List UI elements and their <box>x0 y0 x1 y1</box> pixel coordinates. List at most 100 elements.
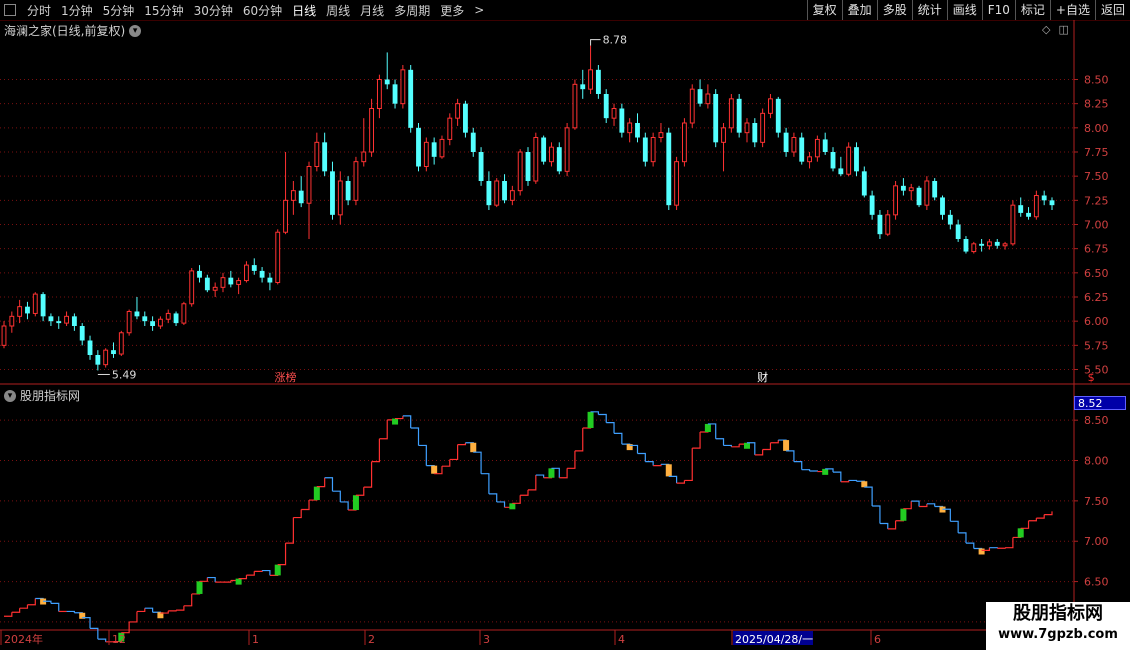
indicator-step-segment <box>160 610 169 614</box>
date-axis-label-1: 12 <box>112 633 126 646</box>
high-price-label: 8.78 <box>603 34 628 47</box>
indicator-step-segment <box>301 500 310 511</box>
candle-body <box>447 117 453 140</box>
candle-body <box>275 231 281 284</box>
candle-body <box>1010 204 1016 245</box>
candle-body <box>165 312 171 320</box>
candle-body <box>173 313 179 324</box>
indicator-step-segment <box>715 438 725 446</box>
main-y-tick-label: 7.75 <box>1084 146 1109 159</box>
date-axis-label-0: 2024年 <box>4 632 43 646</box>
indicator-step-segment <box>786 450 795 462</box>
candle-body <box>979 243 985 246</box>
event-marker-2: $ <box>1088 371 1095 384</box>
candle-body <box>963 239 969 252</box>
candle-body <box>32 293 38 314</box>
indicator-step-segment <box>473 451 482 474</box>
indicator-step-segment <box>66 610 75 613</box>
indicator-bar <box>978 548 985 555</box>
candle-body <box>251 265 257 271</box>
indicator-step-segment <box>332 490 341 502</box>
indicator-step-segment <box>840 480 850 483</box>
watermark-line1: 股朋指标网 <box>1013 603 1103 624</box>
date-axis-label-6: 2025/04/28/一 <box>735 633 813 646</box>
indicator-step-segment <box>254 570 263 572</box>
main-y-tick-label: 8.50 <box>1084 74 1109 87</box>
indicator-bar <box>352 495 359 511</box>
indicator-step-segment <box>919 503 928 508</box>
indicator-y-tick-label: 7.00 <box>1084 535 1109 548</box>
indicator-step-segment <box>559 468 568 479</box>
candle-body <box>142 316 148 322</box>
indicator-step-segment <box>723 444 732 447</box>
candle-body <box>830 152 836 169</box>
indicator-bar <box>235 578 242 585</box>
candle-body <box>556 147 562 172</box>
event-marker-1: 财 <box>757 370 768 384</box>
candle-body <box>807 156 812 163</box>
indicator-bar <box>587 411 594 428</box>
candle-body <box>650 137 656 163</box>
indicator-step-segment <box>762 442 772 451</box>
candle-body <box>697 89 703 104</box>
candle-body <box>814 138 820 158</box>
indicator-step-segment <box>27 598 36 606</box>
indicator-step-segment <box>598 413 607 423</box>
candle-body <box>9 315 15 327</box>
indicator-step-segment <box>809 470 818 472</box>
kline-chart-canvas[interactable]: 5.505.756.006.256.506.757.007.257.507.75… <box>0 0 1130 650</box>
indicator-step-segment <box>238 575 248 580</box>
candle-body <box>470 132 476 152</box>
candle-body <box>384 79 390 85</box>
candle-body <box>197 270 202 278</box>
candle-body <box>353 161 359 201</box>
candle-body <box>595 69 601 94</box>
candle-body <box>940 197 945 215</box>
indicator-step-segment <box>50 602 60 612</box>
candle-body <box>1026 212 1031 217</box>
candle-body <box>79 326 85 341</box>
candle-body <box>244 264 249 282</box>
indicator-step-segment <box>754 449 764 456</box>
candle-body <box>549 146 554 163</box>
main-y-tick-label: 8.00 <box>1084 122 1109 135</box>
indicator-step-segment <box>4 612 13 617</box>
indicator-step-segment <box>496 501 506 508</box>
candle-body <box>157 318 163 327</box>
indicator-y-tick-label: 7.50 <box>1084 495 1109 508</box>
candle-body <box>994 241 1000 246</box>
indicator-step-segment <box>903 501 912 510</box>
main-y-tick-label: 6.25 <box>1084 291 1109 304</box>
candle-body <box>150 321 156 326</box>
indicator-step-segment <box>879 522 889 529</box>
indicator-bar <box>392 418 399 425</box>
indicator-bar <box>274 564 281 576</box>
candle-body <box>283 199 288 233</box>
candle-body <box>736 98 742 133</box>
candle-body <box>564 127 570 172</box>
candle-body <box>783 132 789 152</box>
indicator-step-segment <box>363 461 373 488</box>
indicator-step-segment <box>574 427 584 452</box>
candle-body <box>971 243 977 253</box>
indicator-step-segment <box>481 473 490 494</box>
candle-body <box>752 123 758 143</box>
candle-body <box>486 181 492 206</box>
candle-body <box>134 311 140 317</box>
main-y-tick-label: 6.00 <box>1084 315 1109 328</box>
indicator-bar <box>822 468 829 475</box>
candle-body <box>463 103 468 133</box>
indicator-bar <box>548 468 555 478</box>
indicator-step-segment <box>246 571 255 576</box>
indicator-step-segment <box>316 477 326 488</box>
indicator-step-segment <box>176 605 185 611</box>
candle-body <box>1002 243 1008 247</box>
candle-body <box>400 69 406 105</box>
candle-body <box>713 94 719 143</box>
indicator-step-segment <box>277 543 287 566</box>
indicator-step-segment <box>324 477 334 492</box>
candle-body <box>760 112 766 143</box>
candle-body <box>854 147 859 172</box>
indicator-step-segment <box>965 542 975 549</box>
indicator-step-segment <box>692 432 701 449</box>
